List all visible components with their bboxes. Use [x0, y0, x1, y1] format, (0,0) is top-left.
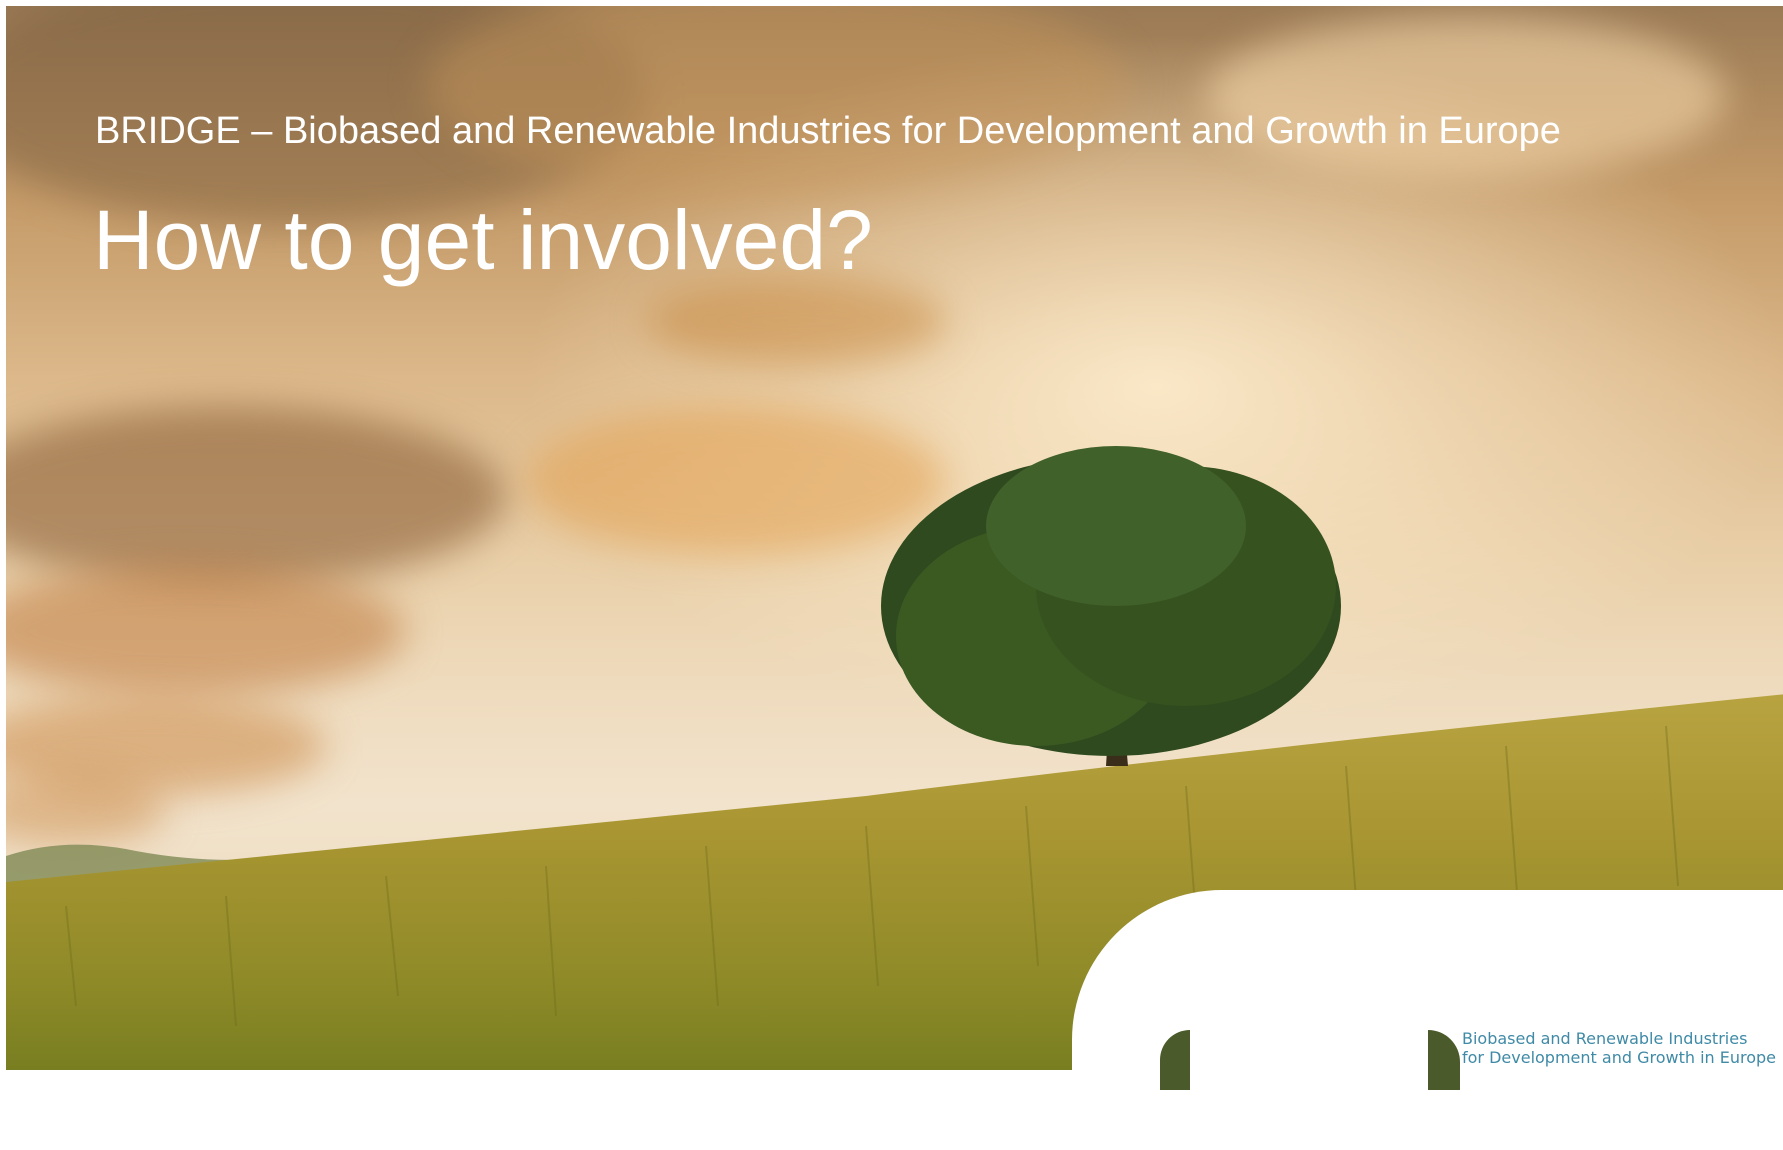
logo-text-line1: Biobased and Renewable Industries	[1462, 1029, 1748, 1048]
tree-illustration	[881, 446, 1341, 766]
slide-title: How to get involved?	[93, 193, 873, 287]
logo-panel	[1072, 890, 1783, 1150]
bridge-logo-text: Biobased and Renewable Industries for De…	[1462, 1029, 1776, 1067]
slide-subtitle: BRIDGE – Biobased and Renewable Industri…	[95, 110, 1561, 152]
logo-text-line2: for Development and Growth in Europe	[1462, 1048, 1777, 1067]
